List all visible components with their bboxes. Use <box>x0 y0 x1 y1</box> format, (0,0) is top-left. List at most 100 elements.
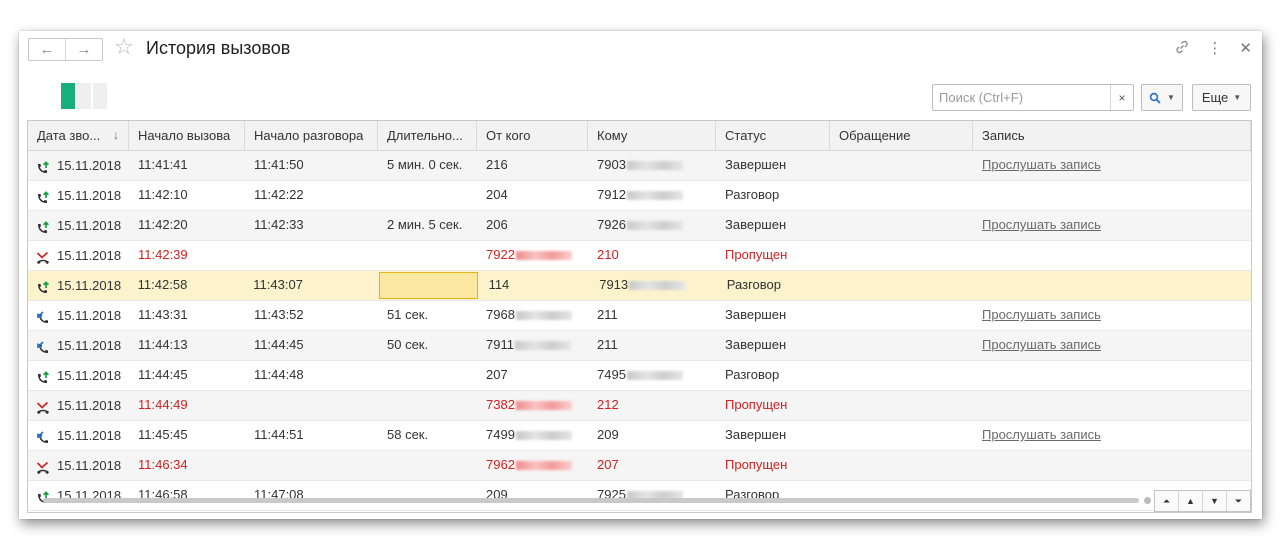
outgoing-call-icon <box>35 368 51 384</box>
scroll-up-icon[interactable]: ▲ <box>1179 491 1203 511</box>
date-text: 15.11.2018 <box>57 307 122 323</box>
date-text: 15.11.2018 <box>57 457 122 473</box>
cell-request <box>830 211 973 240</box>
column-header-to[interactable]: Кому <box>588 121 716 150</box>
table-row[interactable]: 15.11.2018 11:42:10 11:42:22 204 7912 Разгово… <box>28 181 1251 211</box>
column-header-status[interactable]: Статус <box>716 121 830 150</box>
outgoing-call-icon <box>35 188 51 204</box>
table-row[interactable]: 15.11.2018 11:42:58 11:43:07 114 7913 Разгово… <box>28 271 1251 301</box>
scroll-down-icon[interactable]: ▼ <box>1203 491 1227 511</box>
to-number: 7495 <box>597 367 626 382</box>
listen-record-link[interactable]: Прослушать запись <box>982 157 1101 172</box>
cell-request <box>830 421 973 450</box>
cell-call-start: 11:41:41 <box>138 157 188 172</box>
listen-record-link[interactable]: Прослушать запись <box>982 337 1101 352</box>
redacted-digits <box>626 371 683 381</box>
from-number: 204 <box>486 187 508 202</box>
from-number: 7968 <box>486 307 515 322</box>
redacted-digits <box>515 401 572 411</box>
more-vertical-icon[interactable]: ⋮ <box>1207 41 1222 57</box>
column-header-talk-start[interactable]: Начало разговора <box>245 121 378 150</box>
listen-record-link[interactable]: Прослушать запись <box>982 307 1101 322</box>
cell-to: 7913 <box>590 271 718 300</box>
calls-table: Дата зво... ↓ Начало вызова Начало разгов… <box>27 120 1252 513</box>
cell-to: 211 <box>588 331 716 360</box>
cell-date: 15.11.2018 <box>28 241 129 270</box>
column-header-call-start[interactable]: Начало вызова <box>129 121 245 150</box>
chevron-down-icon: ▼ <box>1233 93 1242 102</box>
table-row[interactable]: 15.11.2018 11:42:20 11:42:33 2 мин. 5 сек. 2… <box>28 211 1251 241</box>
chevron-down-icon: ▼ <box>1167 93 1175 102</box>
more-button[interactable]: Еще ▼ <box>1192 84 1251 111</box>
table-row[interactable]: 15.11.2018 11:45:45 11:44:51 58 сек. 7499 209… <box>28 421 1251 451</box>
date-text: 15.11.2018 <box>57 337 122 353</box>
link-icon[interactable] <box>1174 39 1190 59</box>
table-row[interactable]: 15.11.2018 11:41:41 11:41:50 5 мин. 0 сек. 2… <box>28 151 1251 181</box>
cell-record <box>973 451 1251 480</box>
redacted-digits <box>515 431 572 441</box>
listen-record-link[interactable]: Прослушать запись <box>982 427 1101 442</box>
close-icon[interactable]: ✕ <box>1239 41 1252 57</box>
cell-date: 15.11.2018 <box>28 271 129 300</box>
table-row[interactable]: 15.11.2018 11:44:13 11:44:45 50 сек. 7911 211… <box>28 331 1251 361</box>
search-button[interactable]: ▼ <box>1141 84 1183 111</box>
to-number: 7913 <box>599 277 629 292</box>
cell-call-start: 11:46:34 <box>138 457 188 472</box>
scroll-to-bottom-icon[interactable]: ⏷ <box>1227 491 1250 511</box>
column-header-date[interactable]: Дата зво... ↓ <box>28 121 129 150</box>
search-input[interactable] <box>933 85 1110 110</box>
cell-to: 7926 <box>588 211 716 240</box>
scroll-to-top-icon[interactable]: ⏶ <box>1155 491 1179 511</box>
back-button[interactable]: ← <box>29 39 66 60</box>
cell-request <box>830 241 973 270</box>
table-row[interactable]: 15.11.2018 11:44:45 11:44:48 207 7495 Разгово… <box>28 361 1251 391</box>
horizontal-scrollbar[interactable] <box>29 496 1151 504</box>
table-row[interactable]: 15.11.2018 11:42:39 7922 210 Пропущен <box>28 241 1251 271</box>
listen-record-link[interactable]: Прослушать запись <box>982 217 1101 232</box>
status-indicator <box>61 83 107 109</box>
scrollbar-thumb[interactable] <box>43 498 1139 503</box>
forward-button[interactable]: → <box>66 39 102 60</box>
cell-to: 211 <box>588 301 716 330</box>
table-row[interactable]: 15.11.2018 11:43:31 11:43:52 51 сек. 7968 211… <box>28 301 1251 331</box>
cell-record: Прослушать запись <box>973 211 1251 240</box>
to-number: 7926 <box>597 217 626 232</box>
to-number: 7912 <box>597 187 626 202</box>
to-number: 211 <box>597 337 618 352</box>
call-history-window: ← → ☆ История вызовов ⋮ ✕ × ▼ Еще ▼ Дата… <box>19 31 1262 519</box>
cell-duration: 5 мин. 0 сек. <box>387 157 463 172</box>
cell-duration[interactable] <box>378 272 478 299</box>
cell-status: Разговор <box>726 277 781 292</box>
table-row[interactable]: 15.11.2018 11:46:34 7962 207 Пропущен <box>28 451 1251 481</box>
column-header-from[interactable]: От кого <box>477 121 588 150</box>
table-row[interactable]: 15.11.2018 11:44:49 7382 212 Пропущен <box>28 391 1251 421</box>
cell-talk-start: 11:44:51 <box>254 427 304 442</box>
to-number: 212 <box>597 397 619 412</box>
date-text: 15.11.2018 <box>57 157 122 173</box>
favorite-star-icon[interactable]: ☆ <box>114 36 134 58</box>
cell-status: Завершен <box>725 217 787 232</box>
cell-to: 210 <box>588 241 716 270</box>
cell-date: 15.11.2018 <box>28 451 129 480</box>
to-number: 209 <box>597 427 619 442</box>
cell-call-start: 11:42:39 <box>138 247 188 262</box>
cell-talk-start: 11:42:33 <box>254 217 304 232</box>
column-header-record[interactable]: Запись <box>973 121 1251 150</box>
cell-from: 204 <box>477 181 588 210</box>
cell-request <box>830 451 973 480</box>
indicator-segment-active <box>61 83 75 109</box>
search-field: × <box>932 84 1134 111</box>
column-header-duration[interactable]: Длительно... <box>378 121 477 150</box>
cell-talk-start <box>245 391 378 420</box>
cell-call-start: 11:44:49 <box>138 397 188 412</box>
cell-date: 15.11.2018 <box>28 211 129 240</box>
cell-talk-start: 11:42:22 <box>254 187 304 202</box>
column-header-request[interactable]: Обращение <box>830 121 973 150</box>
navigation-group: ← → <box>28 38 103 61</box>
from-number: 7922 <box>486 247 515 262</box>
from-number: 206 <box>486 217 508 232</box>
search-clear-button[interactable]: × <box>1110 85 1133 110</box>
cell-to: 7912 <box>588 181 716 210</box>
cell-request <box>830 391 973 420</box>
cell-call-start: 11:42:10 <box>138 187 188 202</box>
